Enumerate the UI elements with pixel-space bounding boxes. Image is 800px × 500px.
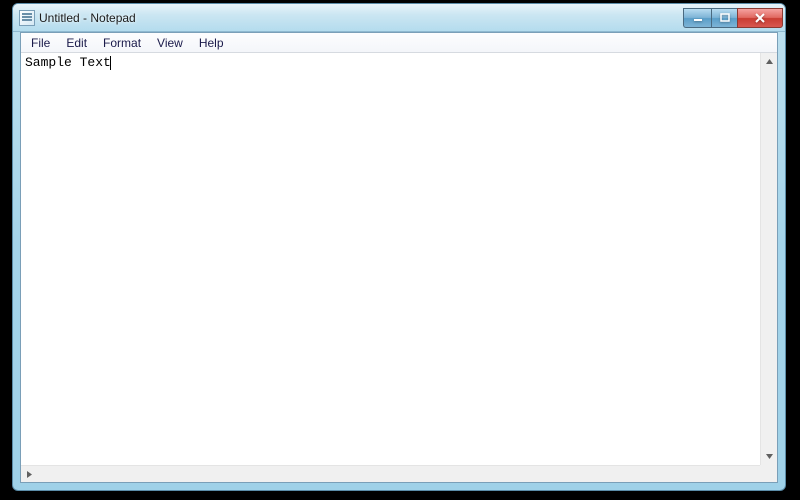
- scroll-right-button[interactable]: [21, 466, 38, 482]
- chevron-up-icon: [765, 57, 774, 66]
- window-title: Untitled - Notepad: [39, 11, 683, 25]
- menu-file[interactable]: File: [23, 34, 58, 52]
- text-editor[interactable]: Sample Text: [21, 53, 760, 465]
- chevron-down-icon: [765, 452, 774, 461]
- menu-edit[interactable]: Edit: [58, 34, 95, 52]
- hscroll-track[interactable]: [21, 466, 760, 482]
- scroll-corner: [760, 465, 777, 482]
- maximize-button[interactable]: [711, 8, 737, 28]
- maximize-icon: [720, 13, 730, 23]
- notepad-icon: [19, 10, 35, 26]
- titlebar[interactable]: Untitled - Notepad: [13, 4, 785, 32]
- editor-area: Sample Text: [21, 53, 777, 465]
- minimize-button[interactable]: [683, 8, 711, 28]
- close-button[interactable]: [737, 8, 783, 28]
- text-cursor: [110, 56, 111, 70]
- scroll-down-button[interactable]: [761, 448, 777, 465]
- horizontal-scrollbar[interactable]: [21, 465, 760, 482]
- close-icon: [754, 13, 766, 23]
- editor-content: Sample Text: [25, 55, 111, 70]
- chevron-right-icon: [25, 470, 34, 479]
- menu-format[interactable]: Format: [95, 34, 149, 52]
- vertical-scrollbar[interactable]: [760, 53, 777, 465]
- app-window: Untitled - Notepad File Edit Format View…: [12, 3, 786, 491]
- scroll-up-button[interactable]: [761, 53, 777, 70]
- minimize-icon: [693, 13, 703, 23]
- menu-help[interactable]: Help: [191, 34, 232, 52]
- menubar: File Edit Format View Help: [21, 33, 777, 53]
- window-controls: [683, 8, 783, 28]
- menu-view[interactable]: View: [149, 34, 191, 52]
- client-area: File Edit Format View Help Sample Text: [20, 32, 778, 483]
